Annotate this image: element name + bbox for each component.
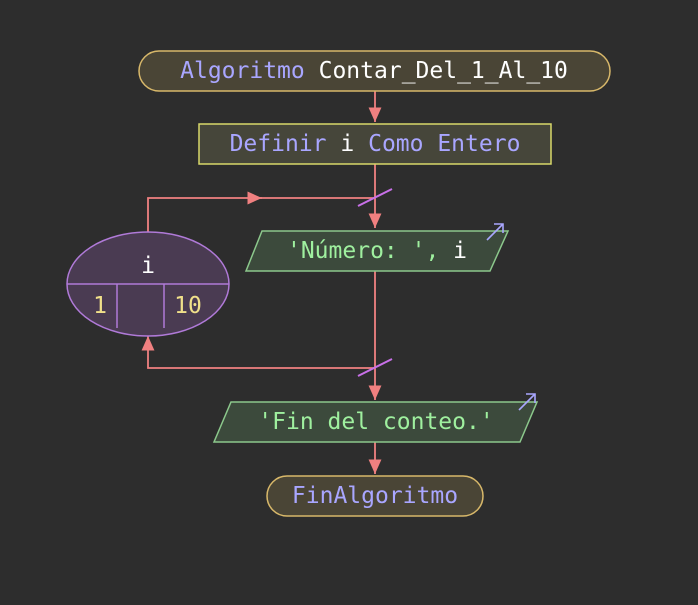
- loop-start-value: 1: [93, 293, 107, 319]
- start-terminator[interactable]: Algoritmo Contar_Del_1_Al_10: [138, 50, 611, 92]
- loop-back-bottom: [141, 336, 375, 369]
- svg-text:Algoritmo Contar_Del_1_Al_10: Algoritmo Contar_Del_1_Al_10: [180, 58, 568, 84]
- flowchart-canvas: Algoritmo Contar_Del_1_Al_10 Definir i C…: [66, 50, 611, 517]
- output-end-statement[interactable]: 'Fin del conteo.': [212, 393, 539, 443]
- output-number-statement[interactable]: 'Número: ', i: [244, 223, 510, 272]
- algorithm-name: Contar_Del_1_Al_10: [319, 58, 568, 84]
- output-number-text: 'Número: ',: [287, 238, 453, 264]
- define-keyword: Definir: [230, 131, 327, 157]
- end-terminator[interactable]: FinAlgoritmo: [266, 475, 484, 517]
- define-type: Como Entero: [368, 131, 520, 157]
- start-keyword: Algoritmo: [180, 58, 305, 84]
- output-end-text: 'Fin del conteo.': [258, 409, 493, 435]
- define-variable: i: [340, 131, 354, 157]
- loop-end-value: 10: [174, 293, 202, 319]
- define-statement[interactable]: Definir i Como Entero: [198, 123, 552, 165]
- output-number-var: i: [453, 238, 467, 264]
- loop-variable: i: [141, 253, 155, 279]
- loop-back-top: [147, 191, 262, 232]
- svg-text:'Número: ', i: 'Número: ', i: [287, 238, 467, 264]
- svg-text:Definir i Como Entero: Definir i Como Entero: [230, 131, 521, 157]
- for-loop-node[interactable]: i 1 10: [66, 231, 230, 337]
- end-keyword: FinAlgoritmo: [292, 483, 458, 509]
